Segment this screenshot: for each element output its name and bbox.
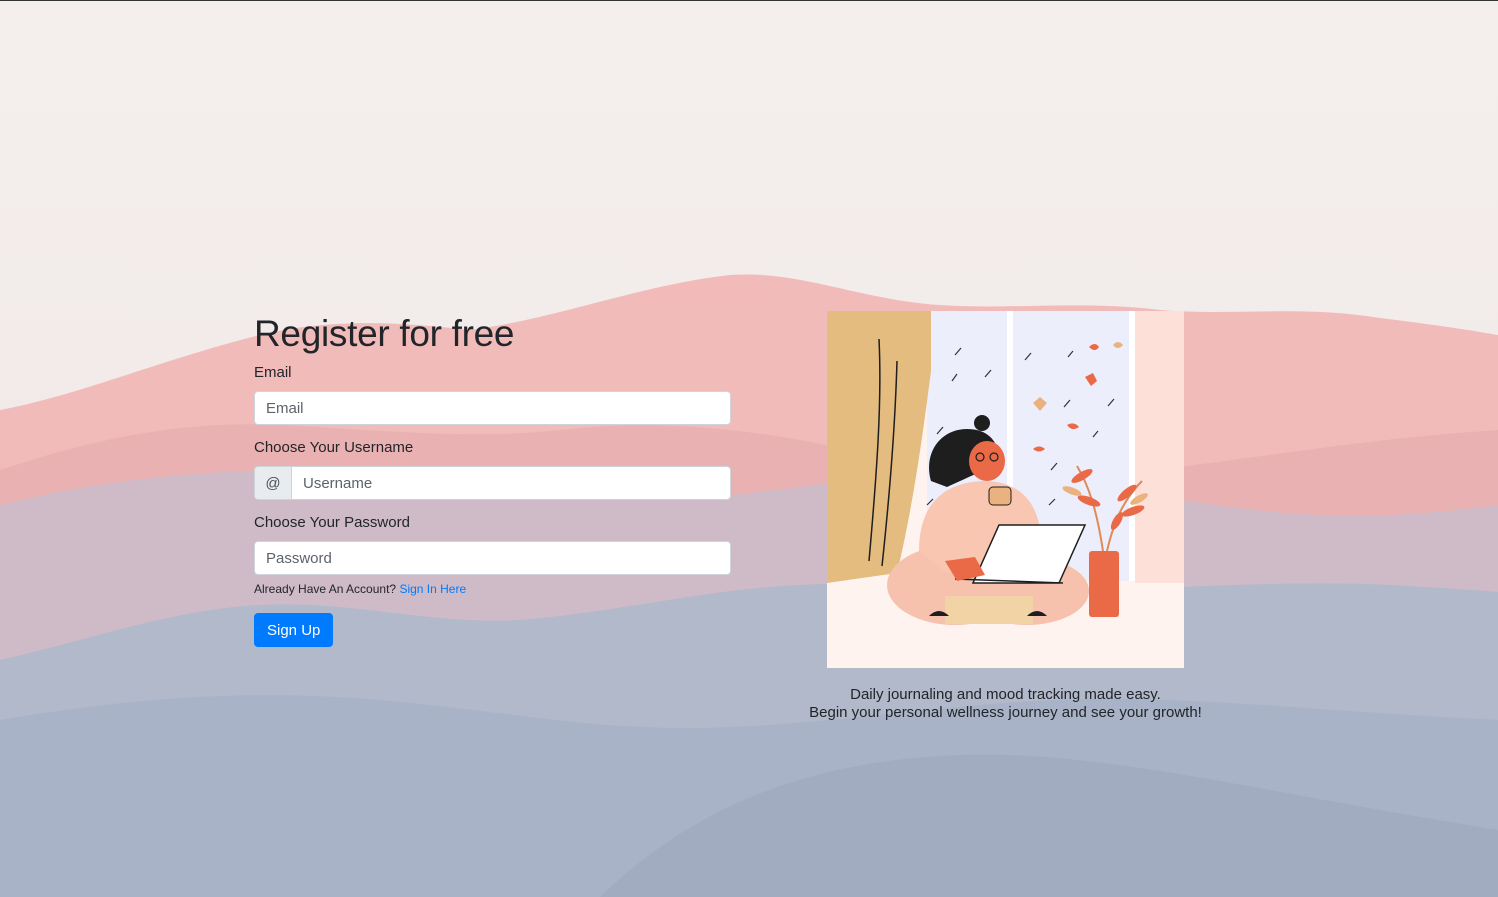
account-prompt-text: Already Have An Account? [254, 582, 397, 596]
mountain-background [0, 0, 1498, 897]
signin-prompt: Already Have An Account? Sign In Here [254, 582, 731, 597]
username-label: Choose Your Username [254, 439, 414, 456]
hero-caption: Daily journaling and mood tracking made … [780, 686, 1231, 722]
register-form: Register for free Email Choose Your User… [254, 312, 731, 647]
username-field[interactable] [291, 466, 731, 500]
caption-line-1: Daily journaling and mood tracking made … [850, 686, 1161, 703]
email-field[interactable] [254, 391, 731, 425]
caption-line-2: Begin your personal wellness journey and… [809, 704, 1202, 721]
sign-up-button[interactable]: Sign Up [254, 613, 334, 647]
page-title: Register for free [254, 313, 515, 354]
username-input-group: @ [254, 466, 731, 500]
password-field[interactable] [254, 541, 731, 575]
at-sign-prefix: @ [254, 466, 291, 500]
window-top-border [0, 0, 1498, 1]
email-label: Email [254, 364, 292, 381]
password-label: Choose Your Password [254, 514, 410, 531]
signin-link[interactable]: Sign In Here [399, 582, 466, 596]
journaling-illustration [827, 311, 1184, 668]
